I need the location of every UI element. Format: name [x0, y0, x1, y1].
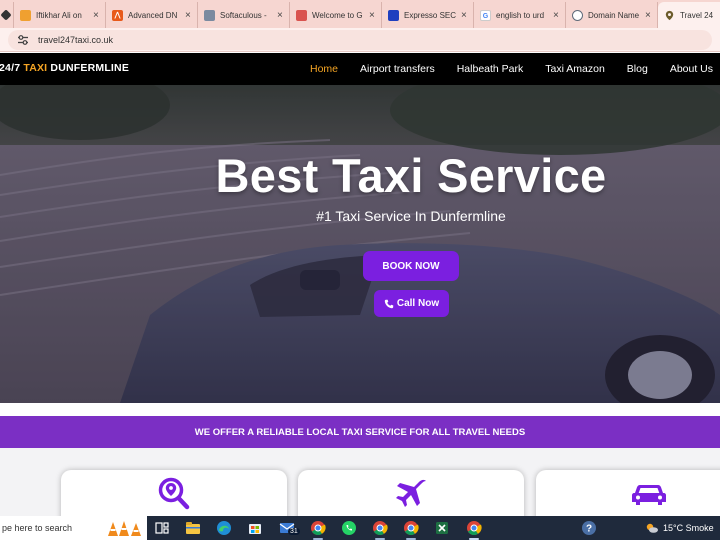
address-bar: travel247taxi.co.uk [0, 28, 720, 52]
tab-softaculous[interactable]: Softaculous - × [198, 2, 290, 28]
weather-text: 15°C Smoke [663, 523, 714, 533]
call-now-label: Call Now [396, 298, 440, 309]
tab-partial[interactable] [0, 2, 14, 28]
tab-domain-name[interactable]: Domain Name × [566, 2, 658, 28]
weather-widget[interactable]: 15°C Smoke [645, 516, 714, 540]
tab-english-urdu[interactable]: G english to urd × [474, 2, 566, 28]
favicon-location-pin-icon [664, 10, 675, 21]
tab-travel247[interactable]: Travel 24 [658, 2, 720, 28]
tab-close-icon[interactable]: × [553, 10, 559, 21]
hero-section: Best Taxi Service #1 Taxi Service In Dun… [0, 85, 720, 403]
tab-label: Iftikhar Ali on [36, 10, 82, 20]
phone-icon [384, 299, 394, 308]
browser-window: Iftikhar Ali on × ⋀ Advanced DN × Softac… [0, 0, 720, 540]
main-nav: Home Airport transfers Halbeath Park Tax… [310, 53, 720, 85]
edge-icon[interactable] [215, 519, 233, 537]
tab-advanced-dns[interactable]: ⋀ Advanced DN × [106, 2, 198, 28]
tab-close-icon[interactable]: × [645, 10, 651, 21]
book-now-button[interactable]: BOOK NOW [363, 251, 459, 281]
tab-label: Welcome to G [312, 10, 363, 20]
favicon-expresso-icon [388, 9, 399, 21]
taskbar-search-placeholder: pe here to search [2, 523, 73, 533]
tab-strip: Iftikhar Ali on × ⋀ Advanced DN × Softac… [0, 0, 720, 28]
favicon-google-icon: G [480, 9, 491, 21]
site-header: 24/7 TAXI DUNFERMLINE Home Airport trans… [0, 53, 720, 85]
favicon-generic-icon [20, 9, 31, 21]
os-taskbar: pe here to search 31 ? 15°C Smoke [0, 516, 720, 540]
feature-cards [0, 448, 720, 530]
smoke-weather-icon [646, 523, 658, 533]
site-settings-icon[interactable] [16, 33, 30, 47]
call-now-button[interactable]: Call Now [374, 290, 449, 317]
chrome-icon[interactable] [309, 519, 327, 537]
tab-label: Advanced DN [128, 10, 178, 20]
favicon-advanced-dns-icon: ⋀ [112, 9, 123, 21]
task-view-icon[interactable] [153, 519, 171, 537]
favicon-softaculous-icon [204, 9, 215, 21]
whatsapp-icon[interactable] [340, 519, 358, 537]
url-text: travel247taxi.co.uk [38, 35, 114, 45]
search-location-icon [158, 477, 190, 510]
tab-label: Expresso SEC [404, 10, 456, 20]
chrome-icon[interactable] [402, 519, 420, 537]
nav-home[interactable]: Home [310, 63, 338, 75]
tab-close-icon[interactable]: × [461, 10, 467, 21]
site-logo[interactable]: 24/7 TAXI DUNFERMLINE [0, 62, 129, 74]
excel-icon[interactable] [433, 519, 451, 537]
favicon-welcome-icon [296, 9, 307, 21]
nav-airport-transfers[interactable]: Airport transfers [360, 63, 435, 75]
tab-expresso[interactable]: Expresso SEC × [382, 2, 474, 28]
tab-close-icon[interactable]: × [277, 10, 283, 21]
tab-label: Travel 24 [680, 10, 714, 20]
tab-close-icon[interactable]: × [369, 10, 375, 21]
logo-part-247: 24/7 [0, 62, 24, 74]
hero-subtitle: #1 Taxi Service In Dunfermline [316, 208, 506, 224]
mail-badge: 31 [288, 528, 300, 535]
tab-label: Softaculous - [220, 10, 267, 20]
favicon-globe-icon [572, 9, 583, 21]
chrome-icon[interactable] [371, 519, 389, 537]
traffic-cones-icon [108, 521, 141, 536]
diamond-icon [0, 9, 12, 21]
tab-label: Domain Name [588, 10, 640, 20]
file-explorer-icon[interactable] [184, 519, 202, 537]
svg-text:?: ? [586, 524, 592, 535]
logo-part-dunfermline: DUNFERMLINE [50, 62, 130, 74]
help-icon[interactable]: ? [580, 519, 598, 537]
logo-part-taxi: TAXI [23, 62, 51, 74]
nav-taxi-amazon[interactable]: Taxi Amazon [545, 63, 605, 75]
chrome-icon[interactable] [465, 519, 483, 537]
tab-welcome[interactable]: Welcome to G × [290, 2, 382, 28]
tab-close-icon[interactable]: × [185, 10, 191, 21]
tab-label: english to urd [496, 10, 545, 20]
tab-close-icon[interactable]: × [93, 10, 99, 21]
hero-title: Best Taxi Service [215, 149, 607, 202]
store-icon[interactable] [246, 519, 264, 537]
nav-halbeath-park[interactable]: Halbeath Park [457, 63, 524, 75]
nav-about-us[interactable]: About Us [670, 63, 713, 75]
nav-blog[interactable]: Blog [627, 63, 648, 75]
offer-banner: WE OFFER A RELIABLE LOCAL TAXI SERVICE F… [0, 416, 720, 448]
hero-background-image [0, 85, 720, 403]
tab-iftikhar[interactable]: Iftikhar Ali on × [14, 2, 106, 28]
url-input[interactable]: travel247taxi.co.uk [8, 30, 712, 50]
airplane-icon [396, 479, 426, 507]
car-icon [632, 485, 666, 505]
